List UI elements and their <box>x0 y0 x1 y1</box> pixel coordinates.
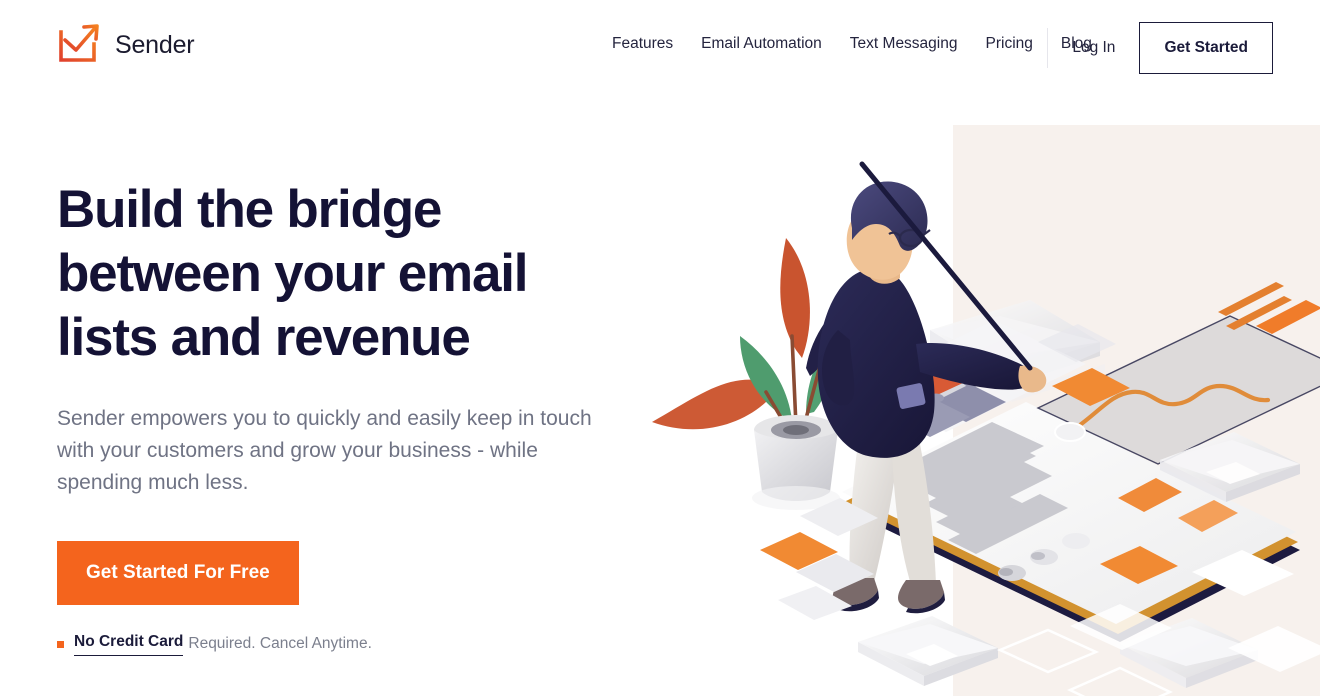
hero-content: Build the bridge between your email list… <box>57 178 617 656</box>
note-strong-text: No Credit Card <box>74 632 184 656</box>
header-divider <box>1047 28 1049 68</box>
get-started-button[interactable]: Get Started <box>1139 22 1273 74</box>
nav-link-email-automation[interactable]: Email Automation <box>687 30 836 58</box>
nav-link-pricing[interactable]: Pricing <box>972 30 1047 58</box>
nav-link-features[interactable]: Features <box>598 30 687 58</box>
hero-subheadline: Sender empowers you to quickly and easil… <box>57 407 592 494</box>
envelope-arrow-icon <box>59 24 99 62</box>
nav-link-text-messaging[interactable]: Text Messaging <box>836 30 972 58</box>
no-credit-card-note: No Credit Card Required. Cancel Anytime. <box>57 632 617 656</box>
hero-background-panel <box>953 125 1320 696</box>
site-header: Sender Features Email Automation Text Me… <box>0 0 1320 96</box>
main-navigation: Features Email Automation Text Messaging… <box>598 30 1106 58</box>
potted-plant <box>652 238 858 510</box>
brand-logo-link[interactable]: Sender <box>57 22 195 65</box>
header-actions: Log In Get Started <box>1047 15 1273 81</box>
brand-name: Sender <box>115 30 195 59</box>
bullet-square-icon <box>57 640 64 648</box>
hero-headline: Build the bridge between your email list… <box>57 180 528 367</box>
landing-page: Build the bridge between your email list… <box>0 0 1320 696</box>
get-started-for-free-button[interactable]: Get Started For Free <box>57 541 299 605</box>
log-in-link[interactable]: Log In <box>1072 39 1115 57</box>
note-rest-text: Required. Cancel Anytime. <box>188 635 372 652</box>
floating-diamonds <box>760 498 878 620</box>
